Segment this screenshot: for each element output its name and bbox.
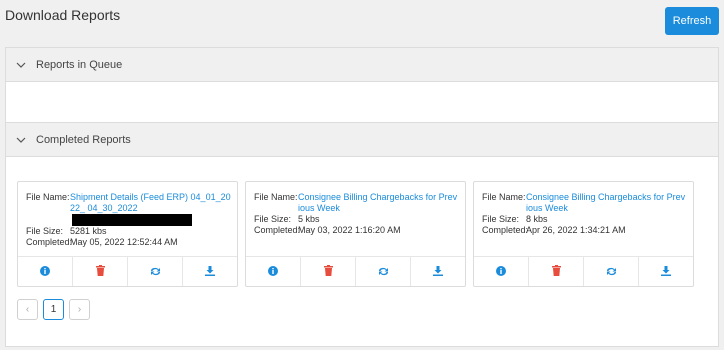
card-actions: [18, 256, 237, 286]
info-button[interactable]: [18, 257, 73, 286]
file-name-link[interactable]: Shipment Details (Feed ERP) 04_01_2022_ …: [70, 192, 237, 226]
retry-icon: [150, 263, 161, 281]
completed-label: Completed:: [254, 225, 301, 235]
file-name-label: File Name:: [482, 192, 526, 202]
delete-button[interactable]: [73, 257, 128, 286]
next-page-button[interactable]: ›: [69, 299, 90, 320]
trash-icon: [95, 263, 105, 281]
retry-button[interactable]: [584, 257, 639, 286]
info-button[interactable]: [246, 257, 301, 286]
retry-icon: [606, 263, 617, 281]
pagination: ‹ 1 ›: [17, 299, 90, 320]
retry-button[interactable]: [128, 257, 183, 286]
prev-page-button[interactable]: ‹: [17, 299, 38, 320]
download-icon: [205, 263, 215, 281]
info-icon: [268, 263, 278, 281]
trash-icon: [323, 263, 333, 281]
report-card: File Name: Consignee Billing Chargebacks …: [245, 181, 466, 287]
completed-reports-title: Completed Reports: [36, 133, 131, 146]
reports-in-queue-title: Reports in Queue: [36, 58, 123, 71]
file-name-label: File Name:: [254, 192, 298, 202]
refresh-button[interactable]: Refresh: [665, 7, 719, 35]
delete-button[interactable]: [301, 257, 356, 286]
card-actions: [246, 256, 465, 286]
delete-button[interactable]: [529, 257, 584, 286]
info-icon: [496, 263, 506, 281]
card-actions: [474, 256, 693, 286]
file-size-label: File Size:: [482, 214, 520, 224]
page-1-button[interactable]: 1: [43, 299, 64, 320]
file-name-link[interactable]: Consignee Billing Chargebacks for Previo…: [526, 192, 693, 214]
download-button[interactable]: [639, 257, 693, 286]
file-size-value: 8 kbs: [526, 214, 548, 224]
file-size-label: File Size:: [26, 226, 64, 236]
completed-reports-header[interactable]: Completed Reports: [6, 123, 718, 157]
trash-icon: [551, 263, 561, 281]
download-button[interactable]: [411, 257, 465, 286]
file-name-label: File Name:: [26, 192, 70, 202]
completed-reports-panel: Completed Reports File Name: Shipment Det…: [5, 122, 719, 347]
report-card: File Name: Shipment Details (Feed ERP) 04…: [17, 181, 238, 287]
completed-label: Completed:: [26, 237, 73, 247]
file-size-value: 5281 kbs: [70, 226, 107, 236]
completed-value: May 03, 2022 1:16:20 AM: [298, 225, 401, 235]
download-icon: [433, 263, 443, 281]
download-button[interactable]: [183, 257, 237, 286]
info-button[interactable]: [474, 257, 529, 286]
report-card: File Name: Consignee Billing Chargebacks …: [473, 181, 694, 287]
reports-in-queue-panel: Reports in Queue: [5, 47, 719, 123]
chevron-down-icon: [16, 135, 28, 145]
completed-value: May 05, 2022 12:52:44 AM: [70, 237, 178, 247]
completed-value: Apr 26, 2022 1:34:21 AM: [526, 225, 626, 235]
download-icon: [661, 263, 671, 281]
file-size-value: 5 kbs: [298, 214, 320, 224]
reports-in-queue-header[interactable]: Reports in Queue: [6, 48, 718, 82]
file-size-label: File Size:: [254, 214, 292, 224]
chevron-down-icon: [16, 60, 28, 70]
file-name-link[interactable]: Consignee Billing Chargebacks for Previo…: [298, 192, 465, 214]
info-icon: [40, 263, 50, 281]
page-title: Download Reports: [5, 7, 121, 23]
retry-icon: [378, 263, 389, 281]
completed-label: Completed:: [482, 225, 529, 235]
redaction-bar: [72, 214, 192, 226]
retry-button[interactable]: [356, 257, 411, 286]
